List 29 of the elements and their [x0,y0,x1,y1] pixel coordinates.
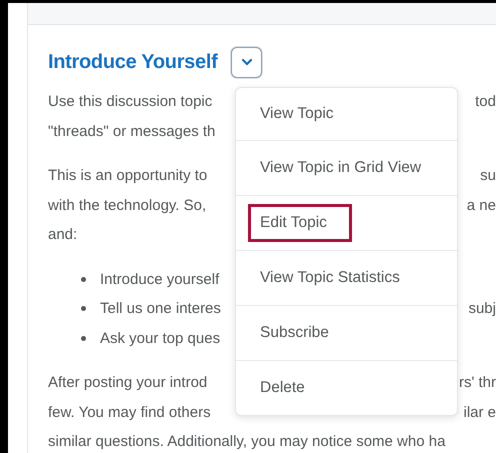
body-text: This is an opportunity to [48,167,208,184]
menu-item[interactable]: View Topic Statistics [248,259,412,297]
menu-item[interactable]: Delete [248,369,317,407]
bullet-icon [81,306,86,312]
body-text: After posting your introd [48,374,208,392]
topic-title[interactable]: Introduce Yourself [48,50,218,74]
body-text: rs' thr [458,374,496,392]
chevron-down-icon [240,58,253,66]
body-text: ilar e [463,404,496,421]
body-text: subj [468,300,496,318]
menu-item[interactable]: Edit Topic [248,204,352,242]
bullet-icon [81,276,86,282]
body-text: a ne [466,196,496,214]
list-item-text: Ask your top ques [100,330,220,347]
body-text: su [480,167,496,184]
body-text: tod [475,93,496,110]
bullet-icon [81,336,86,341]
body-text: and: [48,226,78,244]
dropdown-button[interactable] [231,46,262,78]
body-text: with the technology. So, [48,196,206,214]
menu-item[interactable]: Subscribe [248,314,341,352]
menu-item[interactable]: View Topic in Grid View [248,149,434,187]
body-text: similar questions. Additionally, you may notice some who ha [48,433,446,450]
body-text: few. You may find others [48,404,211,421]
body-text: Use this discussion topic [48,93,212,110]
list-item-text: Tell us one interes [100,300,221,318]
menu-item[interactable]: View Topic [248,95,346,133]
body-text: "threads" or messages th [48,122,216,140]
list-item-text: Introduce yourself [100,270,220,288]
